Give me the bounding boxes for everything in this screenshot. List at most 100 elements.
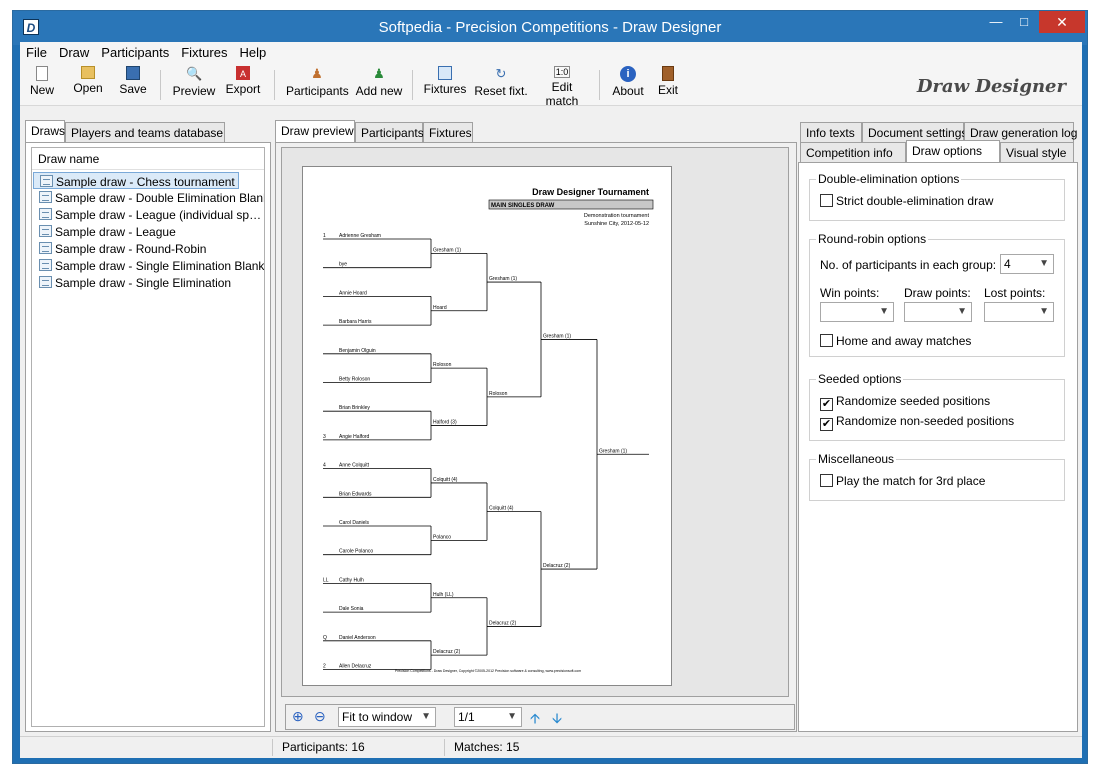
checkbox-label: Randomize non-seeded positions xyxy=(836,414,1015,428)
menu-fixtures[interactable]: Fixtures xyxy=(175,42,233,60)
strict-double-elimination-checkbox[interactable]: Strict double-elimination draw xyxy=(820,194,993,208)
checkbox-box xyxy=(820,334,833,347)
title-bar[interactable]: D Softpedia - Precision Competitions - D… xyxy=(13,11,1087,45)
draw-points-label: Draw points: xyxy=(904,286,971,300)
player-name: Daniel Anderson xyxy=(339,635,376,641)
tab-competition-info[interactable]: Competition info xyxy=(800,142,906,162)
list-item[interactable]: Sample draw - League xyxy=(33,223,264,240)
preview-button[interactable]: 🔍 Preview xyxy=(172,66,216,98)
randomize-nonseeded-checkbox[interactable]: ✔ Randomize non-seeded positions xyxy=(820,414,1014,431)
player-name: Allen Delacruz xyxy=(339,664,372,670)
list-item[interactable]: Sample draw - Single Elimination Blank xyxy=(33,257,264,274)
checkbox-label: Home and away matches xyxy=(836,334,972,348)
tab-draw-options[interactable]: Draw options xyxy=(906,140,1000,162)
tab-participants[interactable]: Participants xyxy=(355,122,424,142)
group-label: Double-elimination options xyxy=(816,172,962,186)
player-name: Annie Hoard xyxy=(339,290,367,296)
tab-draw-generation-log[interactable]: Draw generation log xyxy=(964,122,1077,142)
draw-options-panel: Double-elimination options Strict double… xyxy=(798,162,1078,732)
tab-draw-preview[interactable]: Draw preview xyxy=(275,120,355,142)
list-item[interactable]: Sample draw - Double Elimination Blank xyxy=(33,189,264,206)
participants-per-group-select[interactable]: 4 ▼ xyxy=(1000,254,1054,274)
sheet-subtitle: MAIN SINGLES DRAW xyxy=(491,203,555,209)
draw-points-select[interactable]: ▼ xyxy=(904,302,972,322)
zoom-mode-value: Fit to window xyxy=(342,710,413,724)
list-item[interactable]: Sample draw - League (individual sp… xyxy=(33,206,264,223)
player-name: Brian Brinkley xyxy=(339,405,370,411)
third-place-match-checkbox[interactable]: Play the match for 3rd place xyxy=(820,474,985,488)
draw-document-icon xyxy=(39,242,52,254)
zoom-out-icon[interactable]: ⊖ xyxy=(314,708,326,725)
checkbox-box xyxy=(820,194,833,207)
list-item[interactable]: Sample draw - Chess tournament xyxy=(33,172,239,189)
round3-winner: Gresham (1) xyxy=(543,333,571,339)
preview-toolbar: ⊕ ⊖ Fit to window ▼ 1/1 ▼ 🡩 🡫 xyxy=(285,704,795,730)
status-divider xyxy=(444,739,445,756)
new-button[interactable]: New xyxy=(28,66,56,97)
seed-label: 4 xyxy=(323,463,326,469)
export-button[interactable]: A Export xyxy=(223,66,263,96)
page-up-icon[interactable]: 🡩 xyxy=(530,708,540,732)
draw-document-icon xyxy=(40,175,53,187)
tab-visual-style[interactable]: Visual style xyxy=(1000,142,1074,162)
round2-winner: Roloson xyxy=(489,391,508,397)
checkbox-label: Strict double-elimination draw xyxy=(836,194,994,208)
add-new-button[interactable]: ♟ Add new xyxy=(355,66,403,98)
maximize-button[interactable]: □ xyxy=(1011,11,1037,33)
brand-logo: Draw Designer xyxy=(916,76,1066,97)
draws-panel: Draw name Sample draw - Chess tournament… xyxy=(25,142,271,732)
seeded-options-group: Seeded options ✔ Randomize seeded positio… xyxy=(809,372,1065,441)
status-divider xyxy=(272,739,273,756)
menu-file[interactable]: File xyxy=(20,42,53,60)
home-away-checkbox[interactable]: Home and away matches xyxy=(820,334,971,348)
draw-item-label: Sample draw - League xyxy=(55,225,176,239)
page-value: 1/1 xyxy=(458,710,475,724)
lost-points-label: Lost points: xyxy=(984,286,1046,300)
export-label: Export xyxy=(225,82,261,96)
tab-document-settings[interactable]: Document settings xyxy=(862,122,967,142)
exit-button[interactable]: Exit xyxy=(653,66,683,97)
tab-fixtures[interactable]: Fixtures xyxy=(423,122,473,142)
matches-count: Matches: 15 xyxy=(454,740,520,754)
minimize-button[interactable]: — xyxy=(983,11,1009,33)
participants-button[interactable]: ♟ Participants xyxy=(286,66,349,98)
page-down-icon[interactable]: 🡫 xyxy=(552,708,562,732)
list-item[interactable]: Sample draw - Single Elimination xyxy=(33,274,264,291)
tab-players-database[interactable]: Players and teams database xyxy=(65,122,225,142)
about-label: About xyxy=(612,84,644,98)
folder-icon xyxy=(81,66,95,79)
draws-column-header[interactable]: Draw name xyxy=(32,148,264,170)
chevron-down-icon: ▼ xyxy=(1039,258,1049,269)
draw-item-label: Sample draw - League (individual sp… xyxy=(55,208,262,222)
win-points-label: Win points: xyxy=(820,286,880,300)
player-name: Brian Edwards xyxy=(339,491,372,497)
fixtures-button[interactable]: Fixtures xyxy=(422,66,468,96)
draws-list: Sample draw - Chess tournament Sample dr… xyxy=(32,170,264,291)
tab-draws[interactable]: Draws xyxy=(25,120,65,142)
player-name: Carol Daniels xyxy=(339,520,370,526)
list-item[interactable]: Sample draw - Round-Robin xyxy=(33,240,264,257)
lost-points-select[interactable]: ▼ xyxy=(984,302,1054,322)
reset-fixtures-button[interactable]: ↻ Reset fixt. xyxy=(472,66,530,98)
tab-info-texts[interactable]: Info texts xyxy=(800,122,862,142)
draw-document-icon xyxy=(39,208,52,220)
menu-draw[interactable]: Draw xyxy=(53,42,95,60)
zoom-in-icon[interactable]: ⊕ xyxy=(292,708,304,725)
draw-item-label: Sample draw - Round-Robin xyxy=(55,242,207,256)
close-button[interactable]: ✕ xyxy=(1039,11,1085,33)
round1-winner: Colquitt (4) xyxy=(433,477,458,483)
open-button[interactable]: Open xyxy=(72,66,104,95)
participants-label: Participants xyxy=(286,84,349,98)
menu-help[interactable]: Help xyxy=(233,42,272,60)
randomize-seeded-checkbox[interactable]: ✔ Randomize seeded positions xyxy=(820,394,990,411)
menu-participants[interactable]: Participants xyxy=(95,42,175,60)
save-button[interactable]: Save xyxy=(118,66,148,96)
group-users-icon: ♟ xyxy=(311,66,323,81)
draw-preview-area[interactable]: Draw Designer Tournament MAIN SINGLES DRA… xyxy=(281,147,789,697)
win-points-select[interactable]: ▼ xyxy=(820,302,894,322)
page-select[interactable]: 1/1 ▼ xyxy=(454,707,522,727)
zoom-mode-select[interactable]: Fit to window ▼ xyxy=(338,707,436,727)
about-button[interactable]: i About xyxy=(610,66,646,98)
checkmark-icon: ✔ xyxy=(820,418,833,431)
edit-match-button[interactable]: 1:0 Edit match xyxy=(534,66,590,108)
